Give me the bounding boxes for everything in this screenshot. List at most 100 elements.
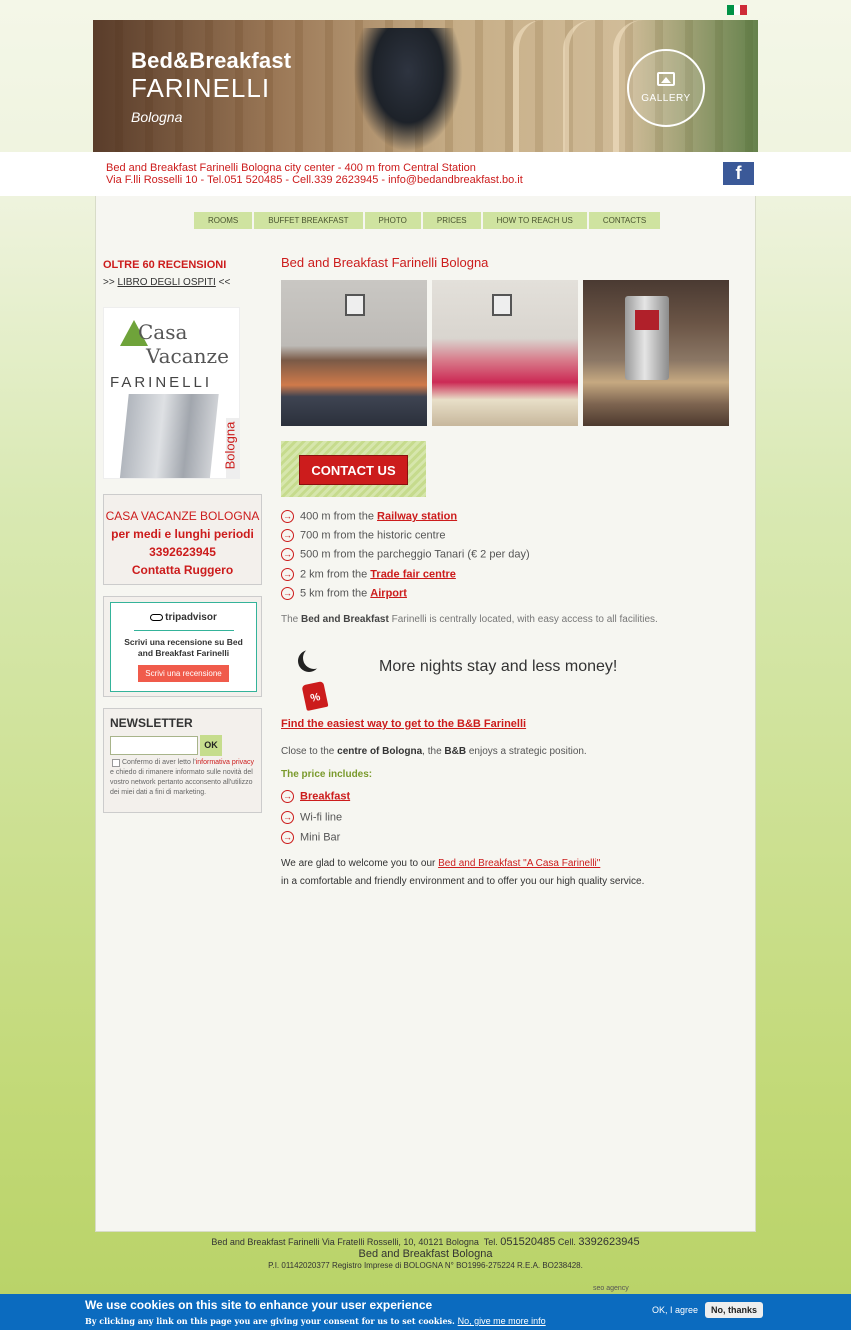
consent-pre: Confermo di aver letto l' (122, 759, 196, 766)
arrow-right-icon: → (281, 831, 294, 844)
tripadvisor-logo[interactable]: tripadvisor (111, 612, 256, 623)
directions-link[interactable]: Find the easiest way to get to the B&B F… (281, 718, 526, 730)
newsletter-title: NEWSLETTER (110, 716, 193, 730)
casa-vacanze-box: CASA VACANZE BOLOGNA per medi e lunghi p… (103, 494, 262, 585)
brand-city: Bologna (131, 109, 183, 125)
facebook-icon[interactable]: f (723, 162, 754, 185)
welcome-pre: We are glad to welcome you to our (281, 858, 439, 869)
footer-cell: 3392623945 (578, 1236, 640, 1248)
strat-bold-centre: centre of Bologna (337, 746, 423, 757)
feature-text: 5 km from the (300, 587, 371, 600)
includes-title: The price includes: (281, 769, 373, 780)
info-bar: Bed and Breakfast Farinelli Bologna city… (0, 152, 851, 196)
strat-mid: , the (422, 746, 445, 757)
logo-casa: Casa (138, 320, 188, 344)
statue-image (353, 28, 463, 152)
cookie-decline-button[interactable]: No, thanks (705, 1302, 764, 1318)
footer-address: Bed and Breakfast Farinelli Via Fratelli… (211, 1237, 479, 1247)
welcome-line-1: We are glad to welcome you to our Bed an… (281, 858, 600, 869)
reviews-title: OLTRE 60 RECENSIONI (103, 259, 227, 271)
cookie-consent-text: By clicking any link on this page you ar… (85, 1316, 455, 1326)
contact-us-button[interactable]: CONTACT US (299, 455, 408, 485)
include-item: → Wi-fi line (281, 811, 342, 824)
guestbook-link[interactable]: LIBRO DEGLI OSPITI (117, 277, 215, 288)
write-review-button[interactable]: Scrivi una recensione (138, 665, 229, 682)
room-photo-2[interactable] (432, 280, 578, 426)
railway-station-link[interactable]: Railway station (377, 510, 457, 522)
feature-text: 500 m from the parcheggio Tanari (€ 2 pe… (300, 548, 530, 561)
casa-farinelli-link[interactable]: Bed and Breakfast "A Casa Farinelli" (438, 858, 600, 869)
cookie-banner: We use cookies on this site to enhance y… (0, 1294, 851, 1330)
feature-text: 2 km from the (300, 568, 371, 581)
intro-post: Farinelli is centrally located, with eas… (388, 614, 658, 625)
cookie-title: We use cookies on this site to enhance y… (85, 1298, 433, 1312)
seo-agency-link[interactable]: seo agency (593, 1285, 629, 1292)
include-text: Mini Bar (300, 831, 341, 844)
nav-item-prices[interactable]: PRICES (422, 212, 481, 229)
casa-vacanze-logo[interactable]: Casa Vacanze FARINELLI Bologna (103, 307, 240, 479)
nav-item-how-to-reach[interactable]: HOW TO REACH US (482, 212, 587, 229)
trade-fair-link[interactable]: Trade fair centre (370, 568, 456, 580)
main-nav: ROOMS BUFFET BREAKFAST PHOTO PRICES HOW … (194, 212, 661, 229)
moon-icon (303, 647, 325, 669)
logo-city-strip: Bologna (222, 418, 239, 478)
footer-address-line: Bed and Breakfast Farinelli Via Fratelli… (0, 1236, 851, 1248)
nav-item-contacts[interactable]: CONTACTS (588, 212, 661, 229)
strat-bold-bb: B&B (444, 746, 467, 757)
gallery-label: GALLERY (641, 93, 691, 104)
strategic-text: Close to the centre of Bologna, the B&B … (281, 746, 587, 757)
arrow-right-icon: → (281, 548, 294, 561)
tower-image (119, 394, 219, 478)
image-icon (657, 72, 675, 86)
moon-discount-icon: % (297, 645, 331, 712)
logo-bologna: Bologna (222, 421, 238, 470)
info-line-2: Via F.lli Rosselli 10 - Tel.051 520485 -… (106, 174, 523, 186)
tripadvisor-text: Scrivi una recensione su Bed and Breakfa… (124, 637, 243, 658)
include-item: → Breakfast (281, 790, 350, 803)
include-text: Wi-fi line (300, 811, 343, 824)
welcome-line-2: in a comfortable and friendly environmen… (281, 876, 645, 887)
breakfast-photo[interactable] (583, 280, 729, 426)
arrow-right-icon: → (281, 587, 294, 600)
newsletter-submit-button[interactable]: OK (200, 735, 222, 756)
newsletter-email-input[interactable] (110, 736, 198, 755)
breakfast-link[interactable]: Breakfast (300, 790, 350, 802)
gallery-button[interactable]: GALLERY (627, 49, 705, 127)
room-photo-1[interactable] (281, 280, 427, 426)
wall-frame (492, 294, 512, 316)
airport-link[interactable]: Airport (370, 587, 407, 599)
guestbook-suffix: << (218, 277, 231, 288)
guestbook-line: >> LIBRO DEGLI OSPITI << (103, 277, 230, 288)
tripadvisor-wordmark: tripadvisor (165, 612, 217, 623)
owl-icon (150, 613, 164, 621)
brand-title: Bed&Breakfast (131, 48, 292, 73)
feature-item: → 400 m from the Railway station (281, 510, 457, 523)
footer-name: Bed and Breakfast Bologna (358, 1248, 493, 1260)
newsletter-box: NEWSLETTER OK Confermo di aver letto l'i… (103, 708, 262, 813)
intro-pre: The (281, 614, 302, 625)
cv-title: CASA VACANZE BOLOGNA (105, 509, 260, 523)
consent-post: e chiedo di rimanere informato sulle nov… (110, 769, 253, 796)
nav-item-buffet-breakfast[interactable]: BUFFET BREAKFAST (254, 212, 363, 229)
arrow-right-icon: → (281, 510, 294, 523)
cv-phone: 3392623945 (149, 545, 216, 559)
cookie-agree-button[interactable]: OK, I agree (652, 1305, 698, 1315)
nav-item-photo[interactable]: PHOTO (364, 212, 421, 229)
include-item: → Mini Bar (281, 831, 340, 844)
cookie-more-info-link[interactable]: No, give me more info (458, 1316, 546, 1326)
footer-cell-label: Cell. (557, 1237, 576, 1247)
brand-subtitle: FARINELLI (131, 73, 271, 103)
feature-item: → 700 m from the historic centre (281, 529, 446, 542)
footer-tel: 051520485 (500, 1236, 556, 1248)
footer-legal: P.I. 01142020377 Registro Imprese di BOL… (268, 1261, 583, 1270)
arrow-right-icon: → (281, 811, 294, 824)
italian-flag-icon[interactable] (727, 5, 748, 15)
coffee-machine (625, 296, 669, 380)
nav-item-rooms[interactable]: ROOMS (194, 212, 253, 229)
arrow-right-icon: → (281, 568, 294, 581)
cookie-text: By clicking any link on this page you ar… (85, 1316, 546, 1326)
page-title: Bed and Breakfast Farinelli Bologna (281, 255, 489, 270)
feature-text: 700 m from the historic centre (300, 529, 446, 542)
privacy-link[interactable]: informativa privacy (196, 759, 254, 766)
discount-tag-icon: % (301, 680, 329, 712)
